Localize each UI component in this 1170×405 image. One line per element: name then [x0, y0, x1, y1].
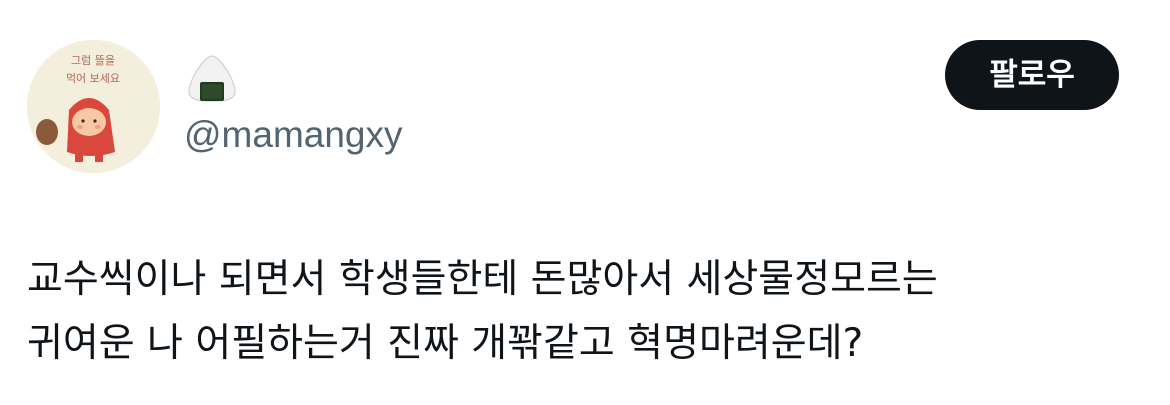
svg-text:먹어 보세요: 먹어 보세요 — [66, 72, 120, 85]
display-name[interactable] — [186, 52, 238, 104]
tweet-header: 그럼 뜰을 먹어 보세요 @mamangxy 팔로우 — [0, 0, 1170, 200]
onigiri-icon — [188, 55, 236, 102]
svg-text:그럼 뜰을: 그럼 뜰을 — [71, 54, 115, 67]
tweet-text: 교수씩이나 되면서 학생들한테 돈많아서 세상물정모르는 귀여운 나 어필하는거… — [27, 257, 938, 366]
follow-button[interactable]: 팔로우 — [945, 40, 1119, 110]
user-handle[interactable]: @mamangxy — [184, 110, 403, 160]
avatar[interactable]: 그럼 뜰을 먹어 보세요 — [27, 40, 160, 173]
avatar-image: 그럼 뜰을 먹어 보세요 — [27, 40, 160, 173]
